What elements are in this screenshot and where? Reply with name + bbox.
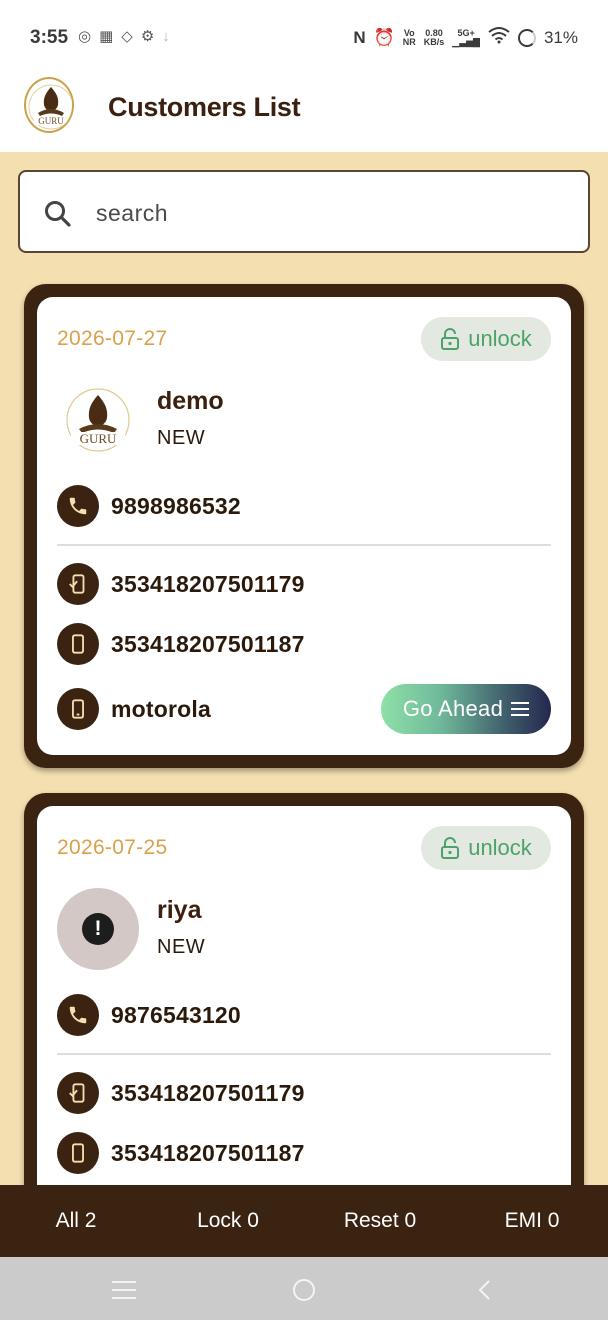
customer-imei1: 353418207501179	[111, 1079, 305, 1106]
search-box[interactable]	[18, 170, 590, 253]
smartphone-icon	[57, 623, 99, 665]
customer-name: riya	[157, 896, 202, 924]
divider	[57, 544, 551, 546]
customer-card[interactable]: 2026-07-27 unlock GURU demo NEW 98989865…	[24, 284, 584, 768]
volte-indicator: Vo NR	[402, 27, 416, 47]
customer-name: demo	[157, 387, 224, 415]
unlock-icon	[441, 837, 460, 859]
tab-lock[interactable]: Lock 0	[152, 1185, 304, 1257]
whatsapp-icon: ◎	[78, 28, 92, 45]
tab-emi[interactable]: EMI 0	[456, 1185, 608, 1257]
imei2-row: 353418207501187	[57, 1132, 305, 1174]
signal-icon: 5G+ ▁▃▅▇	[452, 27, 480, 47]
customer-imei2: 353418207501187	[111, 1139, 305, 1166]
unlock-icon	[441, 328, 460, 350]
tab-all[interactable]: All 2	[0, 1185, 152, 1257]
svg-text:GURU: GURU	[38, 116, 64, 126]
customer-status: NEW	[157, 427, 206, 449]
nfc-icon: N	[353, 27, 366, 47]
unlock-button[interactable]: unlock	[421, 317, 551, 361]
customer-imei2: 353418207501187	[111, 630, 305, 657]
menu-icon	[511, 702, 530, 716]
alert-icon: !	[82, 913, 114, 945]
avatar: GURU	[57, 379, 139, 461]
download-icon: ↓	[162, 28, 170, 45]
phone-row: 9898986532	[57, 485, 241, 527]
home-icon[interactable]	[293, 1279, 315, 1301]
wifi-icon	[488, 26, 510, 49]
unlock-button[interactable]: unlock	[421, 826, 551, 870]
go-ahead-button[interactable]: Go Ahead	[381, 684, 551, 734]
net-speed: 0.80 KB/s	[423, 27, 445, 47]
battery-percent: 31%	[543, 27, 578, 47]
phone-row: 9876543120	[57, 994, 241, 1036]
customer-card[interactable]: 2026-07-25 unlock ! riya NEW 9876543120	[24, 793, 584, 1213]
customer-brand: motorola	[111, 695, 211, 722]
guru-logo: GURU	[24, 77, 74, 133]
brand-row: motorola	[57, 688, 211, 730]
customer-date: 2026-07-27	[57, 327, 168, 350]
customer-card-body: 2026-07-27 unlock GURU demo NEW 98989865…	[37, 297, 571, 755]
phone-check-icon	[57, 563, 99, 605]
customer-status: NEW	[157, 936, 206, 958]
customer-imei1: 353418207501179	[111, 570, 305, 597]
phone-icon	[57, 485, 99, 527]
smartphone-icon	[57, 1132, 99, 1174]
app-notification-icon: ▦	[99, 28, 114, 45]
divider	[57, 1053, 551, 1055]
search-icon	[45, 201, 71, 227]
bottom-filter-bar: All 2 Lock 0 Reset 0 EMI 0	[0, 1185, 608, 1257]
customer-phone: 9876543120	[111, 1001, 241, 1028]
notification-icons: ◎ ▦ ◇ ⚙ ↓	[78, 28, 170, 46]
svg-text:GURU: GURU	[80, 431, 117, 446]
page-title: Customers List	[108, 92, 301, 122]
recent-apps-icon[interactable]	[112, 1281, 136, 1299]
imei1-row: 353418207501179	[57, 563, 305, 605]
battery-icon	[517, 28, 536, 47]
gear-icon: ⚙	[140, 28, 155, 45]
system-nav-bar	[0, 1257, 608, 1320]
avatar-placeholder: !	[57, 888, 139, 970]
system-icons: N ⏰ Vo NR 0.80 KB/s 5G+ ▁▃▅▇ 31%	[353, 26, 578, 49]
status-time: 3:55	[30, 27, 69, 48]
alarm-icon: ⏰	[373, 27, 395, 47]
app-bar: GURU Customers List	[0, 68, 608, 152]
smartphone-icon	[57, 688, 99, 730]
tab-reset[interactable]: Reset 0	[304, 1185, 456, 1257]
phone-check-icon	[57, 1072, 99, 1114]
customer-phone: 9898986532	[111, 492, 241, 519]
shield-icon: ◇	[121, 28, 133, 45]
phone-icon	[57, 994, 99, 1036]
status-bar: 3:55 ◎ ▦ ◇ ⚙ ↓ N ⏰ Vo NR 0.80 KB/s 5G+ ▁…	[0, 0, 608, 68]
imei1-row: 353418207501179	[57, 1072, 305, 1114]
imei2-row: 353418207501187	[57, 623, 305, 665]
customer-date: 2026-07-25	[57, 836, 168, 859]
customer-card-body: 2026-07-25 unlock ! riya NEW 9876543120	[37, 806, 571, 1200]
search-input[interactable]	[96, 194, 566, 232]
back-icon[interactable]	[476, 1279, 492, 1301]
